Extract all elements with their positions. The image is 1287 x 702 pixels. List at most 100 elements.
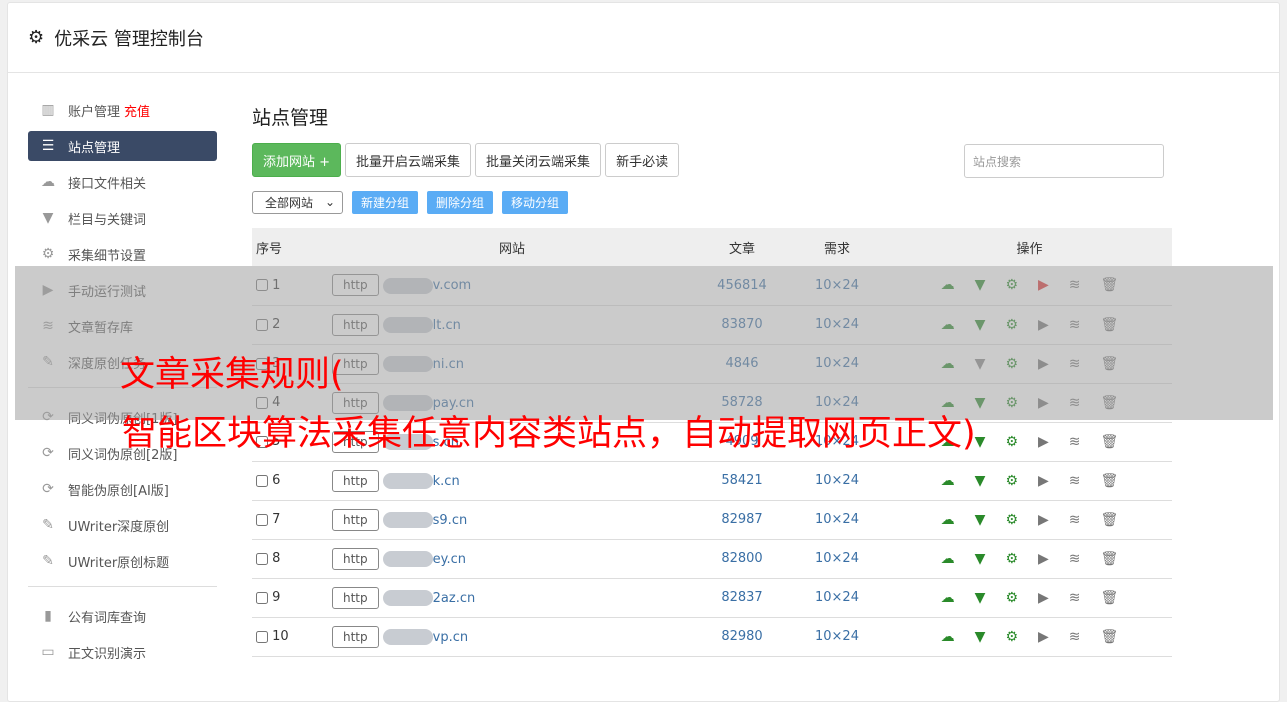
site-link[interactable]: s9.cn bbox=[433, 513, 468, 528]
redacted-mask bbox=[382, 551, 433, 567]
cloud-upload-icon[interactable]: ☁ bbox=[941, 551, 955, 567]
delete-group-button[interactable]: 删除分组 bbox=[427, 190, 494, 214]
cloud-upload-icon[interactable]: ☁ bbox=[941, 512, 955, 528]
article-count[interactable]: 58421 bbox=[697, 461, 787, 501]
redacted-mask bbox=[382, 473, 433, 489]
gears-icon[interactable]: ⚙ bbox=[1005, 629, 1018, 645]
gears-icon[interactable]: ⚙ bbox=[1005, 473, 1018, 489]
demand-value[interactable]: 10×24 bbox=[787, 461, 887, 501]
sidebar-item-label: 公有词库查询 bbox=[68, 610, 147, 626]
col-actions: 操作 bbox=[887, 228, 1172, 266]
site-search-input[interactable]: 站点搜索 bbox=[964, 144, 1164, 178]
play-icon[interactable]: ▶ bbox=[1038, 590, 1049, 606]
batch-disable-button[interactable]: 批量关闭云端采集 bbox=[475, 143, 602, 177]
database-icon[interactable]: ≋ bbox=[1069, 629, 1081, 645]
header: ⚙ 优采云 管理控制台 bbox=[8, 3, 1279, 73]
row-checkbox[interactable] bbox=[256, 552, 268, 565]
article-count[interactable]: 82987 bbox=[697, 500, 787, 540]
play-icon[interactable]: ▶ bbox=[1038, 512, 1049, 528]
filter-icon[interactable]: ▼ bbox=[975, 434, 986, 450]
trash-icon[interactable]: 🗑 bbox=[1101, 473, 1119, 489]
table-row: 9 http 2az.cn 82837 10×24 ☁ ▼ ⚙ ▶ ≋ 🗑 bbox=[252, 578, 1172, 618]
protocol-badge[interactable]: http bbox=[332, 508, 379, 531]
article-count[interactable]: 82837 bbox=[697, 578, 787, 618]
cloud-upload-icon[interactable]: ☁ bbox=[941, 590, 955, 606]
row-no: 9 bbox=[272, 590, 281, 605]
protocol-badge[interactable]: http bbox=[332, 586, 379, 609]
site-link[interactable]: 2az.cn bbox=[433, 591, 476, 606]
trash-icon[interactable]: 🗑 bbox=[1101, 551, 1119, 567]
filter-icon[interactable]: ▼ bbox=[975, 512, 986, 528]
col-no: 序号 bbox=[252, 228, 327, 266]
demand-value[interactable]: 10×24 bbox=[787, 578, 887, 618]
refresh-icon: ⟳ bbox=[42, 481, 54, 497]
cloud-upload-icon[interactable]: ☁ bbox=[941, 473, 955, 489]
cloud-upload-icon[interactable]: ☁ bbox=[941, 629, 955, 645]
trash-icon[interactable]: 🗑 bbox=[1101, 629, 1119, 645]
demand-value[interactable]: 10×24 bbox=[787, 617, 887, 657]
sidebar-item-10[interactable]: ⟳ 智能伪原创[AI版] bbox=[28, 474, 217, 504]
sidebar-item-label: 采集细节设置 bbox=[68, 248, 147, 264]
database-icon[interactable]: ≋ bbox=[1069, 434, 1081, 450]
gears-icon[interactable]: ⚙ bbox=[1005, 551, 1018, 567]
play-icon[interactable]: ▶ bbox=[1038, 551, 1049, 567]
gears-icon[interactable]: ⚙ bbox=[1005, 512, 1018, 528]
trash-icon[interactable]: 🗑 bbox=[1101, 512, 1119, 528]
article-count[interactable]: 82800 bbox=[697, 539, 787, 579]
play-icon[interactable]: ▶ bbox=[1038, 434, 1049, 450]
sidebar-item-13[interactable]: ▮ 公有词库查询 bbox=[28, 601, 217, 631]
table-row: 6 http k.cn 58421 10×24 ☁ ▼ ⚙ ▶ ≋ 🗑 bbox=[252, 461, 1172, 501]
database-icon[interactable]: ≋ bbox=[1069, 551, 1081, 567]
protocol-badge[interactable]: http bbox=[332, 547, 379, 570]
app-title: 优采云 管理控制台 bbox=[54, 28, 204, 50]
filter-icon[interactable]: ▼ bbox=[975, 629, 986, 645]
trash-icon[interactable]: 🗑 bbox=[1101, 590, 1119, 606]
server-icon: ☰ bbox=[41, 138, 55, 154]
protocol-badge[interactable]: http bbox=[332, 469, 379, 492]
sidebar-item-4[interactable]: ⚙ 采集细节设置 bbox=[28, 239, 217, 269]
row-no: 7 bbox=[272, 512, 281, 527]
play-icon[interactable]: ▶ bbox=[1038, 473, 1049, 489]
add-site-button[interactable]: 添加网站 + bbox=[252, 143, 342, 177]
row-checkbox[interactable] bbox=[256, 474, 268, 487]
sidebar-item-1[interactable]: ☰ 站点管理 bbox=[28, 131, 217, 161]
filter-icon[interactable]: ▼ bbox=[975, 590, 986, 606]
gears-icon[interactable]: ⚙ bbox=[1005, 434, 1018, 450]
group-select[interactable]: 全部网站 ⌄ bbox=[252, 190, 343, 214]
filter-icon[interactable]: ▼ bbox=[975, 473, 986, 489]
demand-value[interactable]: 10×24 bbox=[787, 539, 887, 579]
demand-value[interactable]: 10×24 bbox=[787, 500, 887, 540]
row-checkbox[interactable] bbox=[256, 591, 268, 604]
refresh-icon: ⟳ bbox=[42, 445, 54, 461]
move-group-button[interactable]: 移动分组 bbox=[502, 190, 569, 214]
overlay-band bbox=[15, 266, 1273, 420]
protocol-badge[interactable]: http bbox=[332, 625, 379, 648]
sidebar-item-14[interactable]: ▭ 正文识别演示 bbox=[28, 637, 217, 667]
article-count[interactable]: 82980 bbox=[697, 617, 787, 657]
database-icon[interactable]: ≋ bbox=[1069, 590, 1081, 606]
col-site: 网站 bbox=[327, 228, 697, 266]
new-group-button[interactable]: 新建分组 bbox=[352, 190, 419, 214]
sidebar-item-0[interactable]: ▥ 账户管理 充值 bbox=[28, 95, 217, 125]
edit-icon: ✎ bbox=[42, 553, 54, 569]
trash-icon[interactable]: 🗑 bbox=[1101, 434, 1119, 450]
row-no: 10 bbox=[272, 629, 289, 644]
site-link[interactable]: vp.cn bbox=[433, 630, 468, 645]
batch-enable-button[interactable]: 批量开启云端采集 bbox=[345, 143, 472, 177]
sidebar-item-11[interactable]: ✎ UWriter深度原创 bbox=[28, 510, 217, 540]
database-icon[interactable]: ≋ bbox=[1069, 512, 1081, 528]
filter-icon[interactable]: ▼ bbox=[975, 551, 986, 567]
guide-button[interactable]: 新手必读 bbox=[605, 143, 680, 177]
recharge-link[interactable]: 充值 bbox=[124, 101, 150, 120]
database-icon[interactable]: ≋ bbox=[1069, 473, 1081, 489]
sidebar-item-3[interactable]: ▼ 栏目与关键词 bbox=[28, 203, 217, 233]
sidebar-item-2[interactable]: ☁ 接口文件相关 bbox=[28, 167, 217, 197]
row-checkbox[interactable] bbox=[256, 630, 268, 643]
sidebar-item-label: 接口文件相关 bbox=[68, 176, 147, 192]
sidebar-item-12[interactable]: ✎ UWriter原创标题 bbox=[28, 546, 217, 576]
site-link[interactable]: k.cn bbox=[433, 474, 460, 489]
gears-icon[interactable]: ⚙ bbox=[1005, 590, 1018, 606]
play-icon[interactable]: ▶ bbox=[1038, 629, 1049, 645]
row-checkbox[interactable] bbox=[256, 513, 268, 526]
site-link[interactable]: ey.cn bbox=[433, 552, 466, 567]
